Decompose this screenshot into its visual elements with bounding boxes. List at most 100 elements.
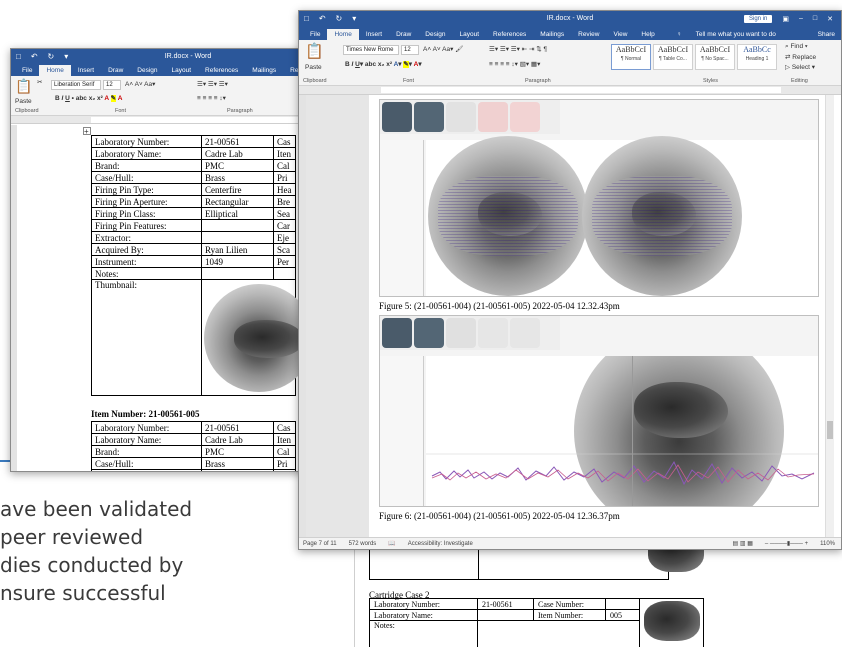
paste-icon[interactable]: 📋	[15, 78, 32, 95]
table-cell[interactable]: PMC	[201, 445, 274, 458]
select-button[interactable]: ▷ Select ▾	[785, 63, 815, 71]
tab-home[interactable]: Home	[39, 65, 71, 76]
font-grow-shrink-icon[interactable]: A˄ A˅ Aa▾	[125, 80, 155, 88]
table-cell[interactable]	[201, 279, 305, 396]
table-cell[interactable]: Thumbnail:	[91, 279, 202, 396]
table-cell[interactable]: Iten	[273, 433, 296, 446]
table-cell[interactable]: Firing Pin Type:	[91, 183, 202, 196]
paste-button[interactable]: Paste	[305, 64, 322, 71]
table-cell[interactable]	[201, 219, 274, 232]
table-cell[interactable]: Notes:	[91, 267, 202, 280]
tab-mailings[interactable]: Mailings	[245, 65, 283, 76]
tab-file[interactable]: File	[303, 29, 327, 40]
font-size-field[interactable]: 12	[103, 80, 121, 90]
table-cell[interactable]	[201, 231, 274, 244]
font-name-field[interactable]: Liberation Serif	[51, 80, 101, 90]
table-move-handle-icon[interactable]: +	[83, 127, 91, 136]
tab-design[interactable]: Design	[130, 65, 164, 76]
table-cell[interactable]: Sca	[273, 243, 296, 256]
table-cell[interactable]: Firing Pin Features:	[91, 219, 202, 232]
zoom-slider[interactable]: – ────▮─── +	[765, 540, 808, 547]
table-cell[interactable]: Acquired By:	[91, 243, 202, 256]
tab-help[interactable]: Help	[634, 29, 661, 40]
table-cell[interactable]: Car	[273, 219, 296, 232]
tab-view[interactable]: View	[606, 29, 634, 40]
redo-icon[interactable]: ↻	[43, 52, 60, 61]
find-button[interactable]: ⌕ Find ▾	[785, 43, 808, 51]
align-buttons[interactable]: ≡ ≡ ≡ ≡ ↕▾	[197, 94, 226, 102]
table-cell[interactable]: Laboratory Number:	[91, 135, 202, 148]
zoom-level[interactable]: 110%	[820, 541, 841, 547]
table-cell[interactable]: Laboratory Name:	[91, 433, 202, 446]
figure-5-image[interactable]	[379, 99, 819, 297]
font-format-buttons[interactable]: B I U▾ abc x₂ x² A▾ ✎▾ A▾	[345, 60, 422, 68]
table-cell[interactable]: Brass	[201, 171, 274, 184]
table-cell[interactable]: Cal	[273, 159, 296, 172]
table-cell[interactable]: Case/Hull:	[91, 171, 202, 184]
table-cell[interactable]: Case/Hull:	[91, 457, 202, 470]
table-cell[interactable]	[201, 267, 274, 280]
tab-layout[interactable]: Layout	[165, 65, 199, 76]
table-cell[interactable]: Firing Pin Type:	[91, 469, 202, 471]
table-cell[interactable]: Per	[273, 255, 296, 268]
table-cell[interactable]: Sea	[273, 207, 296, 220]
tab-draw[interactable]: Draw	[389, 29, 418, 40]
table-cell[interactable]: 1049	[201, 255, 274, 268]
table-cell[interactable]: Firing Pin Class:	[91, 207, 202, 220]
share-button[interactable]: Share	[811, 29, 841, 40]
table-cell[interactable]: Brand:	[91, 159, 202, 172]
tab-insert[interactable]: Insert	[71, 65, 101, 76]
table-cell[interactable]: Brand:	[91, 445, 202, 458]
table-cell[interactable]: Cadre Lab	[201, 433, 274, 446]
table-cell[interactable]: Iten	[273, 147, 296, 160]
table-cell[interactable]: Extractor:	[91, 231, 202, 244]
tab-file[interactable]: File	[15, 65, 39, 76]
table-cell[interactable]: Hea	[273, 469, 296, 471]
page-count[interactable]: Page 7 of 11	[303, 541, 337, 547]
accessibility-status[interactable]: Accessibility: Investigate	[408, 541, 473, 547]
tab-references[interactable]: References	[198, 65, 245, 76]
table-cell[interactable]: Elliptical	[201, 207, 274, 220]
tab-home[interactable]: Home	[327, 29, 359, 40]
table-cell[interactable]: PMC	[201, 159, 274, 172]
table-cell[interactable]: Brass	[201, 457, 274, 470]
font-grow-shrink-icon[interactable]: A˄ A˅ Aa▾ 🖌	[423, 45, 463, 53]
undo-icon[interactable]: ↶	[26, 52, 43, 61]
tab-draw[interactable]: Draw	[101, 65, 130, 76]
align-buttons[interactable]: ≡ ≡ ≡ ≡ ↕▾ ▧▾ ▦▾	[489, 60, 540, 68]
paste-button[interactable]: Paste	[15, 98, 32, 105]
table-cell[interactable]: Ryan Lilien	[201, 243, 274, 256]
table-cell[interactable]: 21-00561	[201, 421, 274, 434]
font-format-buttons[interactable]: B I U • abc x₂ x² A ✎ A	[55, 94, 122, 102]
paste-icon[interactable]: 📋	[305, 42, 324, 60]
font-name-field[interactable]: Times New Rome	[343, 45, 399, 55]
cut-icon[interactable]: ✂	[37, 78, 42, 86]
figure-6-image[interactable]	[379, 315, 819, 507]
font-size-field[interactable]: 12	[401, 45, 419, 55]
table-cell[interactable]: Hea	[273, 183, 296, 196]
replace-button[interactable]: ⇄ Replace	[785, 53, 816, 61]
table-cell[interactable]: Centerfire	[201, 469, 274, 471]
table-cell[interactable]: Cas	[273, 135, 296, 148]
table-cell[interactable]	[273, 267, 296, 280]
table-cell[interactable]: Cal	[273, 445, 296, 458]
style-normal[interactable]: AaBbCcI ¶ Normal	[611, 44, 651, 70]
table-cell[interactable]: 21-00561	[201, 135, 274, 148]
table-cell[interactable]: Centerfire	[201, 183, 274, 196]
table-cell[interactable]: Bre	[273, 195, 296, 208]
table-cell[interactable]: Pri	[273, 171, 296, 184]
style-table-contents[interactable]: AaBbCcI ¶ Table Co...	[653, 44, 693, 70]
table-cell[interactable]: Pri	[273, 457, 296, 470]
table-cell[interactable]: Firing Pin Aperture:	[91, 195, 202, 208]
proofing-icon[interactable]: 📖	[388, 540, 395, 547]
tell-me-input[interactable]: Tell me what you want to do	[689, 29, 783, 40]
view-buttons[interactable]: ▤ ▥ ▦	[733, 540, 753, 547]
table-cell[interactable]: Laboratory Number:	[91, 421, 202, 434]
list-buttons[interactable]: ☰▾ ☰▾ ☰▾	[197, 80, 228, 88]
tab-mailings[interactable]: Mailings	[533, 29, 571, 40]
table-cell[interactable]: Laboratory Name:	[91, 147, 202, 160]
style-no-spacing[interactable]: AaBbCcI ¶ No Spac...	[695, 44, 735, 70]
table-cell[interactable]: Instrument:	[91, 255, 202, 268]
tab-layout[interactable]: Layout	[453, 29, 487, 40]
vertical-scrollbar[interactable]	[825, 95, 834, 539]
